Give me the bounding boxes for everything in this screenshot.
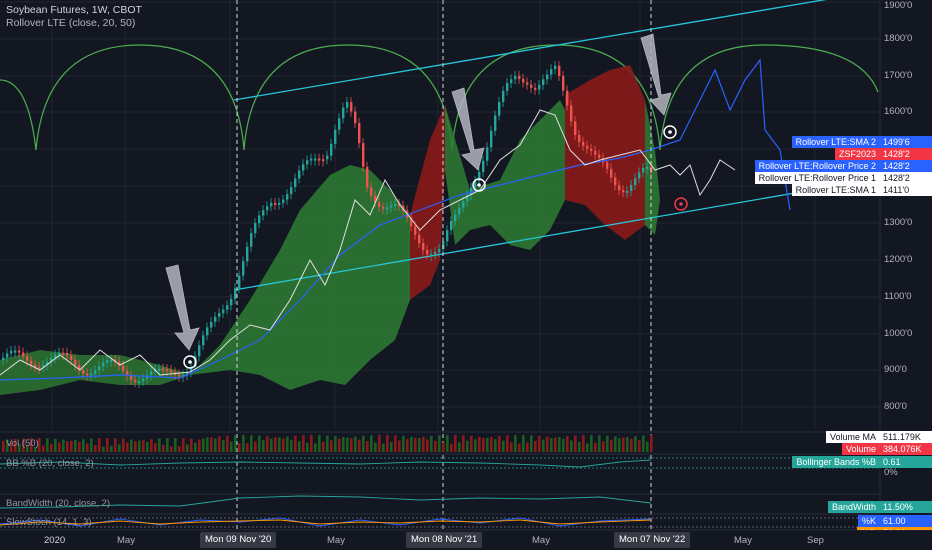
legend-tag-value: 1428'2 — [880, 160, 932, 172]
crosshair-date-badge: Mon 09 Nov '20 — [200, 532, 277, 548]
price-tick-label: 1600'0 — [884, 106, 913, 117]
price-tick-label: 1700'0 — [884, 70, 913, 81]
stoch-pane-label[interactable]: SlowStoch (14, 1, 3) — [6, 517, 92, 528]
channel-upper-line — [233, 0, 827, 101]
legend-tag-name: Rollover LTE:Rollover Price 1 — [754, 172, 880, 184]
volume-pane-label[interactable]: Vol (50) — [6, 438, 39, 449]
bandwidth-pane-label[interactable]: BandWidth (20, close, 2) — [6, 498, 110, 509]
bb-percent-pane — [0, 457, 880, 469]
legend-tag-value: 1499'6 — [880, 136, 932, 148]
price-tick-label: 1200'0 — [884, 254, 913, 265]
rollover-fill-areas — [0, 65, 660, 395]
legend-tag-name: Rollover LTE:SMA 2 — [791, 136, 880, 148]
stoch-pane — [0, 517, 880, 528]
price-tick-label: 900'0 — [884, 364, 907, 375]
legend-tag-value: 1428'2 — [880, 172, 932, 184]
time-tick-label: May — [117, 535, 135, 546]
time-tick-label: May — [327, 535, 345, 546]
fill-red-area — [565, 65, 645, 240]
cycle-arc — [35, 44, 245, 151]
time-tick-label: May — [734, 535, 752, 546]
time-tick-label: May — [532, 535, 550, 546]
bandwidth-tag: BandWidth — [827, 501, 880, 513]
legend-tag-name: Rollover LTE:SMA 1 — [791, 184, 880, 196]
indicator-label[interactable]: Rollover LTE (close, 20, 50) — [6, 17, 135, 29]
price-tick-label: 1900'0 — [884, 0, 913, 11]
legend-tag-name: ZSF2023 — [834, 148, 880, 160]
volume-bars — [2, 435, 653, 452]
arrow-down-icon — [165, 264, 200, 351]
time-tick-label: 2020 — [44, 535, 66, 546]
bb-tag: Bollinger Bands %B — [792, 456, 880, 468]
legend-tag-value: 1411'0 — [880, 184, 932, 196]
price-tick-label: 1000'0 — [884, 328, 913, 339]
legend-tag-name: Rollover LTE:Rollover Price 2 — [754, 160, 880, 172]
price-tick-label: 1300'0 — [884, 217, 913, 228]
volume-value: 384.076K — [880, 443, 932, 455]
price-tick-label: 1800'0 — [884, 33, 913, 44]
bb-pane-label[interactable]: BB %B (20, close, 2) — [6, 458, 94, 469]
volume-ma-tag: Volume MA — [825, 431, 880, 443]
crosshair-date-badge: Mon 07 Nov '22 — [614, 532, 691, 548]
legend-tag-value: 1428'2 — [880, 148, 932, 160]
volume-ma-value: 511.179K — [880, 431, 932, 443]
cycle-arc — [659, 44, 879, 151]
stoch-k-tag: %K — [857, 515, 880, 527]
bandwidth-value: 11.50% — [880, 501, 932, 513]
crosshair-date-badge: Mon 08 Nov '21 — [406, 532, 483, 548]
volume-tag: Volume — [841, 443, 880, 455]
cycle-arc — [243, 44, 453, 151]
stoch-k-value: 61.00 — [880, 515, 932, 527]
cycle-arc — [0, 79, 37, 151]
time-tick-label: Sep — [807, 535, 824, 546]
stoch-d-value: 58.21 — [880, 527, 932, 530]
chart-title: Soybean Futures, 1W, CBOT — [6, 4, 142, 16]
bb-scale-label: 0% — [884, 467, 898, 478]
stoch-d-tag: %D — [857, 527, 880, 530]
price-tick-label: 800'0 — [884, 401, 907, 412]
price-tick-label: 1100'0 — [884, 291, 912, 302]
